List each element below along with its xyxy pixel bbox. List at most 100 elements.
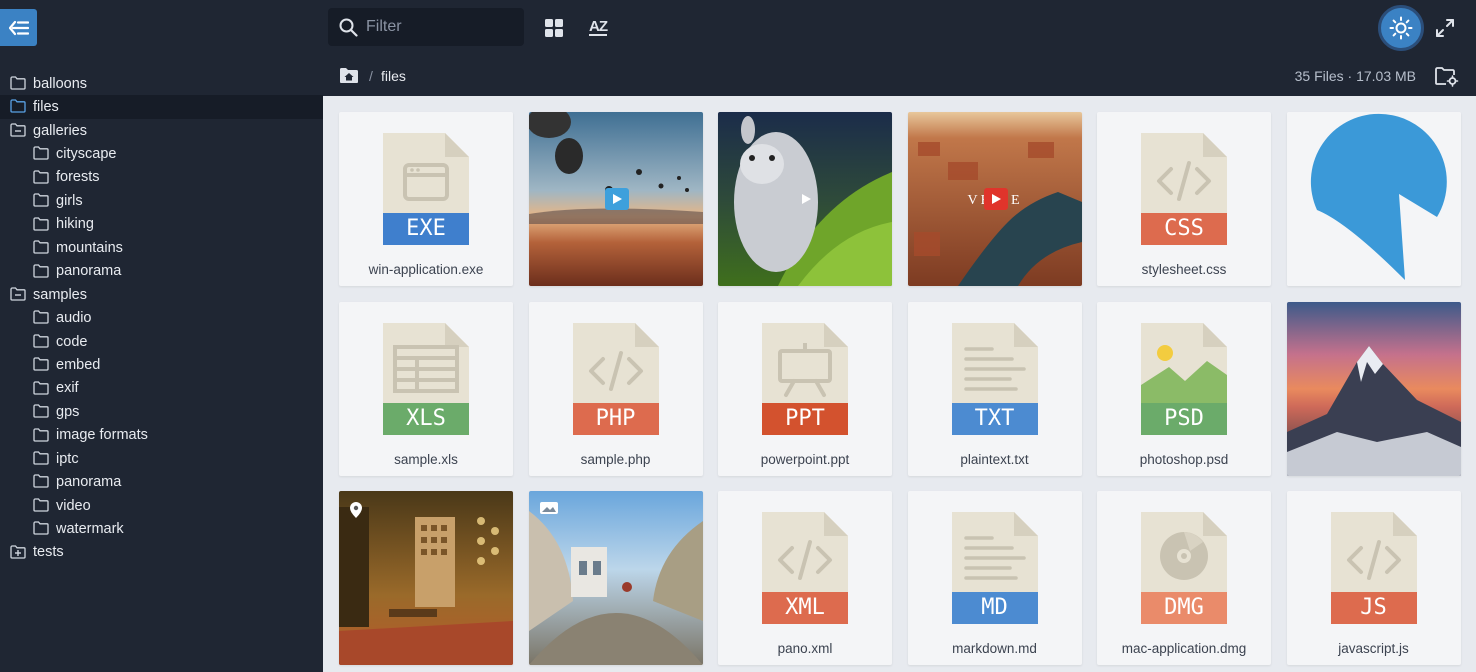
menu-collapse-icon	[8, 20, 29, 35]
sidebar-item-hiking[interactable]: hiking	[0, 213, 323, 236]
interior-thumbnail	[339, 491, 513, 665]
file-name: javascript.js	[1338, 641, 1409, 656]
video-tile[interactable]: VE CE	[907, 112, 1082, 286]
sidebar-toggle-button[interactable]	[0, 9, 37, 46]
file-txt-icon: TXT	[951, 322, 1038, 440]
video-tile[interactable]	[718, 112, 892, 286]
breadcrumb-separator: /	[369, 68, 373, 84]
sidebar-item-label: tests	[33, 544, 64, 561]
theme-toggle-button[interactable]	[1378, 5, 1424, 51]
file-dmg-icon: DMG	[1141, 512, 1227, 629]
file-tile[interactable]: TXT plaintext.txt	[907, 301, 1082, 476]
sidebar-item-girls[interactable]: girls	[0, 189, 323, 212]
file-xls-icon: XLS	[383, 322, 469, 440]
folder-icon	[10, 99, 26, 114]
play-icon	[604, 188, 629, 210]
logo-thumbnail	[1286, 112, 1461, 286]
file-ppt-icon: PPT	[762, 322, 848, 440]
folder-icon	[33, 310, 49, 325]
file-browser: / files 35 Files · 17.03 MB EXE win-appli…	[323, 56, 1476, 672]
folder-icon	[33, 521, 49, 535]
sidebar-item-gps[interactable]: gps	[0, 400, 323, 423]
sidebar-item-label: panorama	[56, 474, 122, 491]
file-tile[interactable]: DMG mac-application.dmg	[1097, 491, 1271, 665]
top-toolbar: AZ	[0, 0, 1476, 56]
sidebar-item-label: image formats	[56, 427, 148, 444]
folder-icon	[33, 404, 49, 418]
file-tile[interactable]: PPT powerpoint.ppt	[718, 301, 892, 476]
sidebar-item-cityscape[interactable]: cityscape	[0, 142, 323, 165]
folder-icon	[33, 357, 49, 371]
file-tile[interactable]: EXE win-application.exe	[339, 112, 513, 286]
folder-icon	[33, 193, 49, 207]
file-tile[interactable]: JS javascript.js	[1286, 491, 1461, 665]
sort-button[interactable]: AZ	[584, 14, 612, 42]
map-pin-icon	[349, 501, 363, 524]
sidebar-item-label: girls	[56, 192, 83, 209]
sidebar-item-panorama[interactable]: panorama	[0, 470, 323, 493]
sidebar-item-balloons[interactable]: balloons	[0, 72, 323, 95]
sidebar-item-label: hiking	[56, 216, 94, 233]
file-tile[interactable]: XML pano.xml	[718, 491, 892, 665]
file-php-icon: PHP	[572, 322, 659, 440]
sidebar-item-code[interactable]: code	[0, 330, 323, 353]
sidebar-item-label: balloons	[33, 75, 88, 92]
sidebar-item-image-formats[interactable]: image formats	[0, 424, 323, 447]
file-exe-icon: EXE	[383, 133, 469, 250]
file-name: powerpoint.ppt	[760, 451, 850, 467]
sidebar-item-label: audio	[56, 310, 92, 327]
sidebar-item-galleries[interactable]: galleries	[0, 119, 323, 142]
file-css-icon: CSS	[1141, 133, 1227, 250]
sidebar-item-label: panorama	[56, 263, 122, 280]
folder-icon	[33, 263, 49, 278]
sidebar-item-exif[interactable]: exif	[0, 377, 323, 400]
file-tile[interactable]: PHP sample.php	[528, 301, 703, 476]
folder-expand-icon	[10, 545, 26, 559]
play-icon	[794, 188, 818, 210]
file-name: sample.php	[580, 451, 651, 467]
sidebar-item-audio[interactable]: audio	[0, 306, 323, 329]
folder-tree: balloons files galleries cityscape forests gi…	[0, 56, 323, 672]
sidebar-item-video[interactable]: video	[0, 494, 323, 517]
sidebar-item-embed[interactable]: embed	[0, 353, 323, 376]
image-tile[interactable]	[528, 491, 703, 665]
folder-icon	[10, 76, 26, 90]
sidebar-item-panorama[interactable]: panorama	[0, 260, 323, 283]
breadcrumb-current[interactable]: files	[381, 68, 406, 84]
sidebar-item-forests[interactable]: forests	[0, 166, 323, 189]
sun-icon	[1389, 16, 1413, 40]
file-extension-label: DMG	[1164, 595, 1204, 620]
file-js-icon: JS	[1330, 512, 1417, 629]
sidebar-item-iptc[interactable]: iptc	[0, 447, 323, 470]
image-tile[interactable]	[1286, 112, 1461, 286]
file-tile[interactable]: XLS sample.xls	[339, 301, 513, 476]
file-name: stylesheet.css	[1141, 262, 1227, 277]
sidebar-item-label: code	[56, 333, 88, 350]
sidebar-item-tests[interactable]: tests	[0, 541, 323, 564]
layout-toggle-button[interactable]	[540, 14, 568, 42]
folder-gear-icon	[1435, 67, 1459, 87]
home-folder-button[interactable]	[339, 67, 359, 89]
filter-input[interactable]	[366, 18, 516, 36]
sidebar-item-mountains[interactable]: mountains	[0, 236, 323, 259]
image-tile[interactable]	[339, 491, 513, 665]
sidebar-item-files[interactable]: files	[0, 95, 323, 119]
file-name: win-application.exe	[368, 262, 484, 277]
filter-box	[328, 8, 524, 46]
folder-settings-button[interactable]	[1435, 67, 1459, 92]
play-icon	[983, 188, 1008, 210]
sidebar-item-label: cityscape	[56, 146, 117, 163]
fullscreen-button[interactable]	[1431, 14, 1459, 42]
file-tile[interactable]: PSD photoshop.psd	[1097, 301, 1271, 476]
file-tile[interactable]: MD markdown.md	[907, 491, 1082, 665]
sidebar-item-samples[interactable]: samples	[0, 283, 323, 306]
file-extension-label: MD	[981, 595, 1008, 620]
video-tile[interactable]	[528, 112, 703, 286]
grid-icon	[545, 19, 563, 37]
image-tile[interactable]	[1286, 301, 1461, 476]
folder-collapse-icon	[10, 123, 26, 137]
sidebar-item-watermark[interactable]: watermark	[0, 517, 323, 540]
file-tile[interactable]: CSS stylesheet.css	[1097, 112, 1271, 286]
file-md-icon: MD	[951, 512, 1038, 629]
file-extension-label: JS	[1360, 595, 1387, 620]
